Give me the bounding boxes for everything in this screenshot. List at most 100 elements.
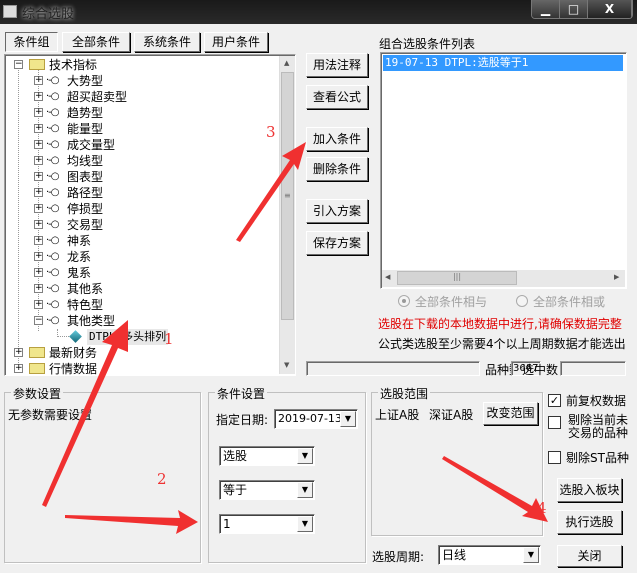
period-select[interactable]: 日线 ▼ bbox=[438, 545, 541, 565]
date-select[interactable]: 2019-07-13 ▼ bbox=[274, 409, 358, 429]
date-label: 指定日期: bbox=[216, 413, 269, 427]
checkbox-exclude-untraded[interactable] bbox=[548, 416, 561, 429]
radio-or[interactable] bbox=[516, 295, 528, 307]
maximize-button[interactable]: □ bbox=[560, 0, 588, 18]
progress-field bbox=[306, 361, 480, 376]
key-icon: ·-○ bbox=[46, 283, 59, 294]
view-formula-button[interactable]: 查看公式 bbox=[306, 85, 368, 109]
selected-label: 选中数 bbox=[522, 363, 559, 377]
chevron-down-icon: ▼ bbox=[523, 547, 539, 563]
tree-node[interactable]: + ·-○ 均线型 bbox=[9, 153, 249, 169]
tab-condition-group[interactable]: 条件组 bbox=[5, 32, 58, 52]
checkbox-exclude-st[interactable] bbox=[548, 451, 561, 464]
app-icon bbox=[3, 5, 17, 18]
condition-list[interactable]: 19-07-13 DTPL:选股等于1 ◀ ||| ▶ bbox=[380, 52, 627, 289]
key-icon: ·-○ bbox=[46, 235, 59, 246]
tree-node[interactable]: + ·-○ 趋势型 bbox=[9, 105, 249, 121]
tree-node[interactable]: + ·-○ 成交量型 bbox=[9, 137, 249, 153]
tree-node[interactable]: + ·-○ 其他系 bbox=[9, 281, 249, 297]
save-scheme-button[interactable]: 保存方案 bbox=[306, 231, 368, 255]
tree-node[interactable]: + ·-○ 超买超卖型 bbox=[9, 89, 249, 105]
title-bar: 综合选股 ▁ □ X bbox=[0, 0, 637, 24]
checkbox-exclude-st-label: 剔除ST品种 bbox=[566, 451, 629, 465]
key-icon: ·-○ bbox=[46, 139, 59, 150]
folder-icon bbox=[29, 59, 45, 70]
close-window-button[interactable]: X bbox=[588, 0, 632, 18]
field-select[interactable]: 选股 ▼ bbox=[219, 446, 315, 466]
change-range-button[interactable]: 改变范围 bbox=[483, 402, 538, 425]
value-select[interactable]: 1 ▼ bbox=[219, 514, 315, 534]
list-hscrollbar[interactable]: ◀ ||| ▶ bbox=[382, 270, 625, 287]
range-group: 选股范围 上证A股 深证A股 改变范围 bbox=[371, 385, 543, 536]
radio-and[interactable] bbox=[398, 295, 410, 307]
window-title: 综合选股 bbox=[22, 7, 75, 22]
import-scheme-button[interactable]: 引入方案 bbox=[306, 199, 368, 223]
chevron-down-icon: ▼ bbox=[340, 411, 356, 427]
params-text: 无参数需要设置 bbox=[8, 408, 93, 422]
params-group: 参数设置 无参数需要设置 bbox=[4, 385, 201, 563]
tree-node[interactable]: + ·-○ 神系 bbox=[9, 233, 249, 249]
key-icon: ·-○ bbox=[46, 155, 59, 166]
range-sz: 深证A股 bbox=[429, 408, 474, 422]
checkbox-forward-adjust-label: 前复权数据 bbox=[566, 394, 627, 408]
annotation-4: 4 bbox=[537, 499, 547, 517]
key-icon: ·-○ bbox=[46, 219, 59, 230]
tree-node[interactable]: + ·-○ 能量型 bbox=[9, 121, 249, 137]
minimize-button[interactable]: ▁ bbox=[532, 0, 560, 18]
close-button[interactable]: 关闭 bbox=[557, 545, 622, 567]
tree-node[interactable]: + ·-○ 交易型 bbox=[9, 217, 249, 233]
key-icon: ·-○ bbox=[46, 315, 59, 326]
condition-list-item[interactable]: 19-07-13 DTPL:选股等于1 bbox=[383, 55, 623, 71]
usage-notes-button[interactable]: 用法注释 bbox=[306, 53, 368, 77]
tab-user-conditions[interactable]: 用户条件 bbox=[204, 32, 268, 52]
tree-node[interactable]: + ·-○ 特色型 bbox=[9, 297, 249, 313]
checkbox-forward-adjust[interactable]: ✓ bbox=[548, 394, 561, 407]
scroll-thumb[interactable]: ||| bbox=[397, 271, 517, 285]
key-icon: ·-○ bbox=[46, 251, 59, 262]
key-icon: ·-○ bbox=[46, 267, 59, 278]
condition-tree[interactable]: − 技术指标 + ·-○ 大势型 + ·-○ 超买超卖型 + ·-○ 趋势型 + ·-○ 能量型 + ·-… bbox=[4, 54, 296, 376]
condition-settings-group: 条件设置 指定日期: 2019-07-13 ▼ 选股 ▼ 等于 ▼ 1 ▼ bbox=[208, 385, 366, 563]
tab-system-conditions[interactable]: 系统条件 bbox=[134, 32, 200, 52]
key-icon: ·-○ bbox=[46, 171, 59, 182]
checkbox-exclude-untraded-label: 剔除当前未交易的品种 bbox=[567, 413, 628, 440]
tree-leaf-dtpl[interactable]: DTPL 多头排列 bbox=[9, 329, 269, 345]
key-icon: ·-○ bbox=[46, 107, 59, 118]
tree-node-technical[interactable]: − 技术指标 bbox=[9, 57, 269, 73]
add-to-block-button[interactable]: 选股入板块 bbox=[557, 478, 622, 502]
tree-node-market[interactable]: + 行情数据 bbox=[9, 361, 269, 377]
key-icon: ·-○ bbox=[46, 123, 59, 134]
annotation-1: 1 bbox=[164, 330, 174, 348]
tree-node[interactable]: + ·-○ 停损型 bbox=[9, 201, 249, 217]
folder-icon bbox=[29, 363, 45, 374]
tree-node[interactable]: + ·-○ 龙系 bbox=[9, 249, 249, 265]
condition-list-label: 组合选股条件列表 bbox=[379, 37, 476, 51]
tree-node[interactable]: + ·-○ 大势型 bbox=[9, 73, 249, 89]
tree-node[interactable]: + ·-○ 鬼系 bbox=[9, 265, 249, 281]
annotation-2: 2 bbox=[157, 470, 167, 488]
formula-icon bbox=[69, 330, 82, 343]
tree-node-finance[interactable]: + 最新财务 bbox=[9, 345, 269, 361]
key-icon: ·-○ bbox=[46, 91, 59, 102]
scroll-down-icon[interactable]: ▼ bbox=[284, 361, 289, 369]
tab-all-conditions[interactable]: 全部条件 bbox=[62, 32, 130, 52]
radio-and-label: 全部条件相与 bbox=[415, 295, 488, 309]
execute-selection-button[interactable]: 执行选股 bbox=[557, 510, 622, 534]
tree-scrollbar[interactable]: ▲ ≡ ▼ bbox=[279, 56, 295, 374]
key-icon: ·-○ bbox=[46, 187, 59, 198]
chevron-down-icon: ▼ bbox=[297, 516, 313, 532]
delete-condition-button[interactable]: 删除条件 bbox=[306, 157, 368, 181]
key-icon: ·-○ bbox=[46, 299, 59, 310]
scroll-up-icon[interactable]: ▲ bbox=[284, 59, 289, 67]
add-condition-button[interactable]: 加入条件 bbox=[306, 127, 368, 151]
tree-node[interactable]: + ·-○ 图表型 bbox=[9, 169, 249, 185]
scroll-thumb[interactable]: ≡ bbox=[281, 72, 294, 320]
chevron-down-icon: ▼ bbox=[297, 482, 313, 498]
annotation-3: 3 bbox=[266, 123, 276, 141]
key-icon: ·-○ bbox=[46, 75, 59, 86]
tree-node[interactable]: + ·-○ 路径型 bbox=[9, 185, 249, 201]
operator-select[interactable]: 等于 ▼ bbox=[219, 480, 315, 500]
tree-node[interactable]: − ·-○ 其他类型 bbox=[9, 313, 249, 329]
notice-red: 选股在下载的本地数据中进行,请确保数据完整 bbox=[378, 317, 622, 331]
period-label: 选股周期: bbox=[372, 550, 425, 564]
